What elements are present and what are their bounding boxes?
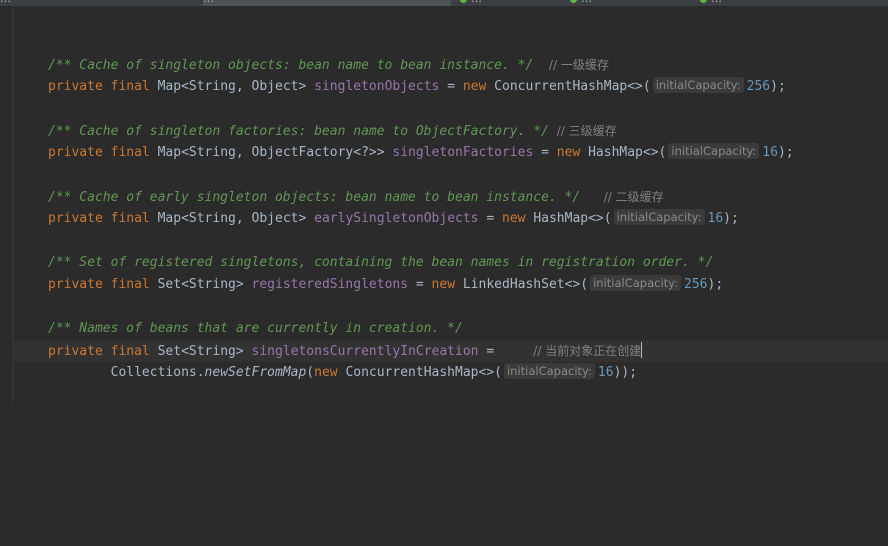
code-line: Collections.newSetFromMap(new Concurrent…: [110, 363, 638, 380]
type-name: Map<String, ObjectFactory<?>>: [157, 145, 385, 160]
java-file-icon: [700, 0, 707, 3]
static-method: newSetFromMap: [204, 365, 307, 380]
code-line: /** Cache of singleton factories: bean n…: [48, 120, 617, 142]
doc-comment: /** Cache of early singleton objects: be…: [48, 190, 581, 205]
type-name: Set<String>: [157, 277, 244, 292]
doc-comment: /** Set of registered singletons, contai…: [48, 255, 714, 270]
code-line-current: private final Set<String> singletonsCurr…: [48, 342, 643, 359]
tab-label: …: [581, 0, 592, 5]
number-literal: 16: [597, 365, 614, 380]
field-name: singletonObjects: [314, 79, 440, 94]
parameter-hint: initialCapacity:: [652, 77, 744, 93]
keyword: new: [462, 79, 487, 94]
keyword: final: [110, 344, 150, 359]
keyword: private: [48, 277, 103, 292]
code-area[interactable]: /** Cache of singleton objects: bean nam…: [48, 6, 794, 546]
keyword: new: [502, 211, 526, 226]
line-comment: // 二级缓存: [603, 190, 664, 204]
keyword: private: [48, 344, 103, 359]
tab-label: …: [203, 0, 214, 5]
class-name: Collections.: [110, 365, 205, 380]
tab-label: …: [0, 0, 11, 5]
keyword: new: [431, 277, 456, 292]
constructor-call: LinkedHashSet<>(: [462, 277, 589, 292]
code-line: private final Map<String, Object> earlyS…: [48, 209, 739, 226]
field-name: singletonsCurrentlyInCreation: [251, 344, 479, 359]
keyword: final: [110, 79, 150, 94]
keyword: private: [48, 145, 103, 160]
constructor-call: HashMap<>(: [588, 145, 667, 160]
keyword: private: [48, 211, 103, 226]
constructor-call: ConcurrentHashMap<>(: [494, 79, 651, 94]
tab-label: …: [711, 0, 722, 5]
code-line: /** Names of beans that are currently in…: [48, 318, 463, 340]
number-literal: 16: [762, 145, 778, 160]
line-comment: // 一级缓存: [548, 58, 609, 72]
keyword: new: [556, 145, 581, 160]
type-name: Set<String>: [157, 344, 244, 359]
field-name: singletonFactories: [392, 145, 534, 160]
keyword: final: [110, 211, 150, 226]
number-literal: 256: [684, 277, 708, 292]
doc-comment: /** Cache of singleton factories: bean n…: [48, 124, 549, 139]
number-literal: 16: [707, 211, 724, 226]
field-name: registeredSingletons: [251, 277, 409, 292]
code-line: /** Cache of early singleton objects: be…: [48, 186, 664, 208]
parameter-hint: initialCapacity:: [613, 209, 705, 225]
code-line: /** Cache of singleton objects: bean nam…: [48, 54, 609, 76]
type-name: Map<String, Object>: [157, 211, 307, 226]
keyword: new: [314, 365, 338, 380]
keyword: final: [110, 277, 150, 292]
parameter-hint: initialCapacity:: [668, 143, 760, 159]
doc-comment: /** Cache of singleton objects: bean nam…: [48, 58, 534, 73]
code-line: private final Map<String, ObjectFactory<…: [48, 143, 794, 160]
parameter-hint: initialCapacity:: [503, 363, 595, 379]
constructor-call: ConcurrentHashMap<>(: [345, 365, 502, 380]
parameter-hint: initialCapacity:: [590, 275, 682, 291]
code-line: private final Map<String, Object> single…: [48, 77, 786, 94]
type-name: Map<String, Object>: [157, 79, 307, 94]
code-line: private final Set<String> registeredSing…: [48, 275, 724, 292]
keyword: private: [48, 79, 103, 94]
code-line: /** Set of registered singletons, contai…: [48, 252, 713, 274]
java-file-icon: [570, 0, 577, 3]
code-editor[interactable]: /** Cache of singleton objects: bean nam…: [0, 6, 888, 403]
java-file-icon: [460, 0, 467, 3]
number-literal: 256: [746, 79, 771, 94]
keyword: final: [110, 145, 150, 160]
constructor-call: HashMap<>(: [533, 211, 612, 226]
text-caret: [641, 342, 643, 358]
field-name: earlySingletonObjects: [314, 211, 479, 226]
line-comment: // 当前对象正在创建: [533, 344, 642, 358]
doc-comment: /** Names of beans that are currently in…: [48, 321, 463, 336]
tab-label: …: [471, 0, 482, 5]
line-comment: // 三级缓存: [556, 124, 617, 138]
